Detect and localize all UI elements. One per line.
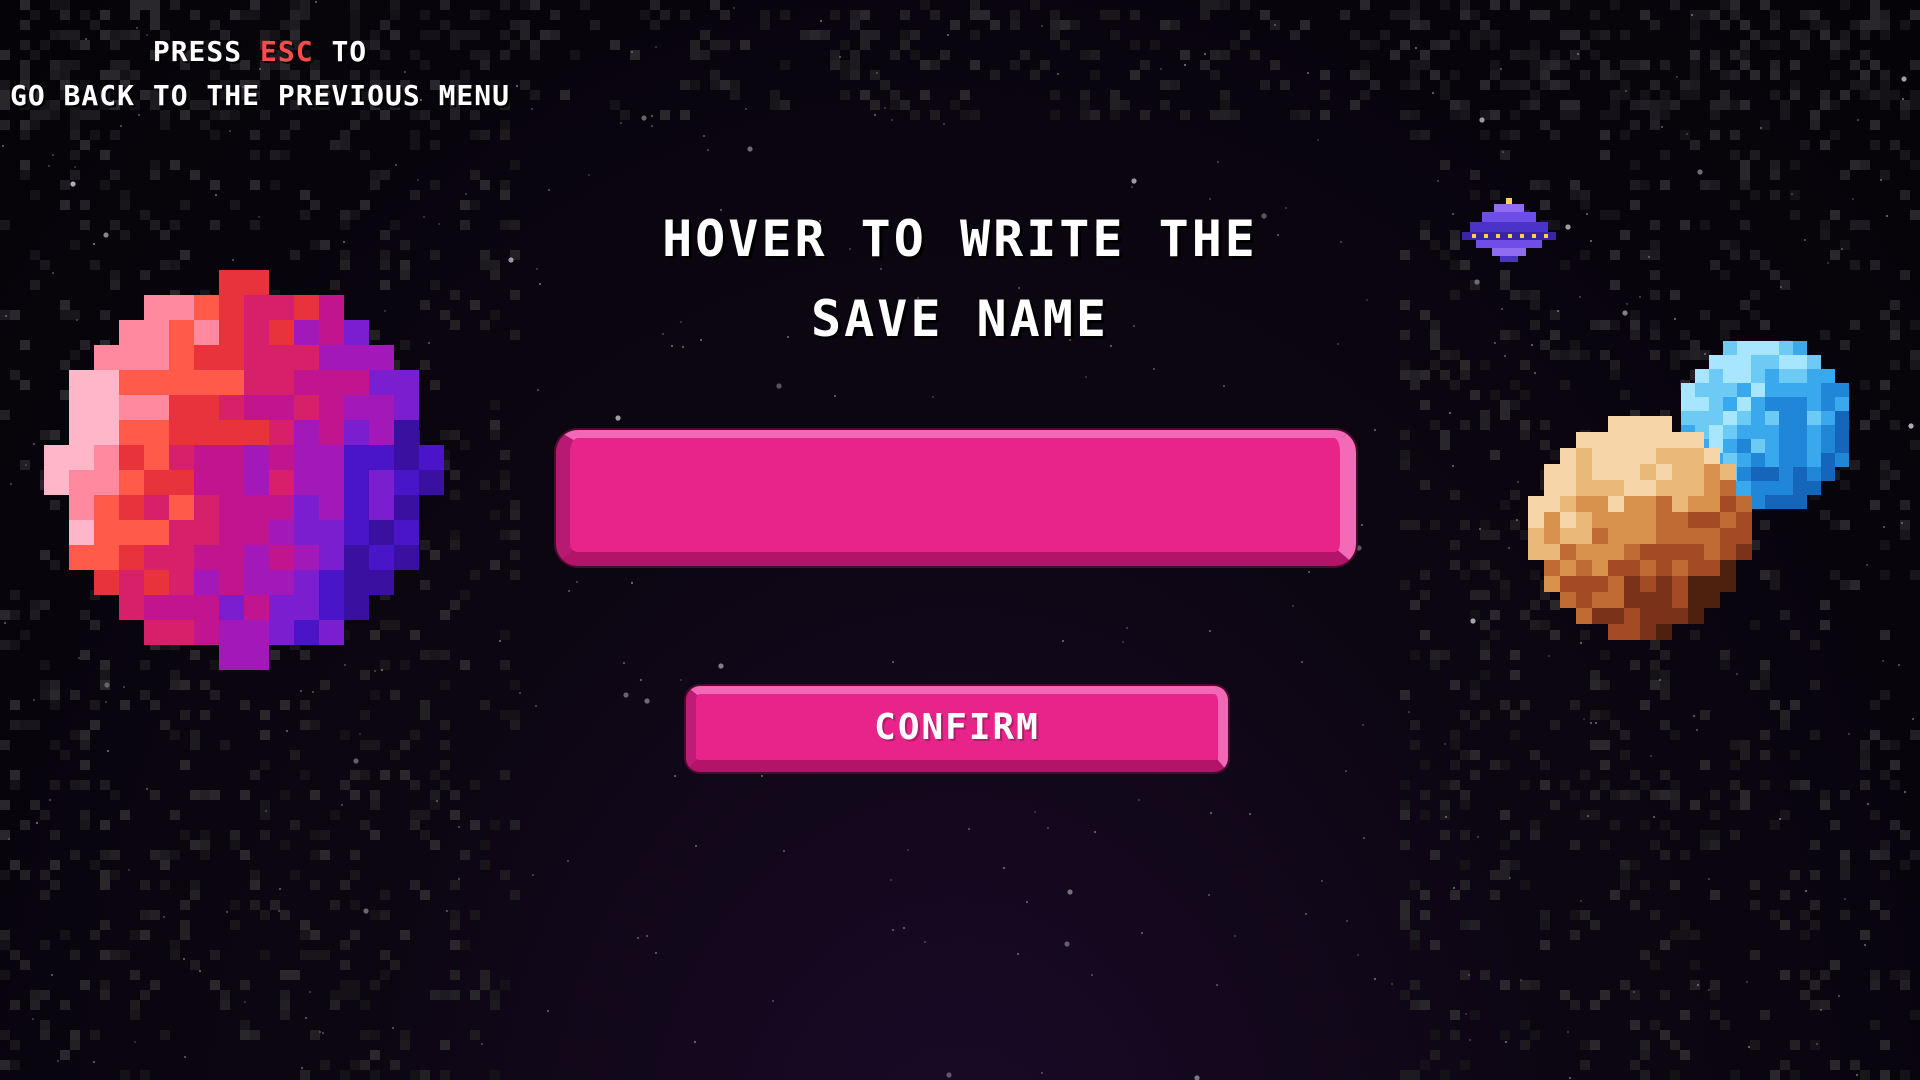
esc-hint-to: TO — [331, 35, 368, 68]
page-title-line1: HOVER TO WRITE THE — [662, 210, 1258, 268]
esc-hint-press: PRESS — [152, 35, 243, 68]
page-title-line2: SAVE NAME — [811, 290, 1109, 348]
orange-planet-icon — [1528, 416, 1752, 640]
esc-hint-line1: PRESS ESC TO — [0, 30, 520, 74]
red-purple-planet-icon — [44, 270, 444, 670]
confirm-button[interactable]: CONFIRM — [686, 686, 1228, 772]
esc-hint: PRESS ESC TO GO BACK TO THE PREVIOUS MEN… — [0, 30, 520, 118]
save-name-input[interactable] — [556, 430, 1356, 566]
esc-key-label: ESC — [260, 35, 314, 68]
esc-hint-line2: GO BACK TO THE PREVIOUS MENU — [9, 79, 510, 112]
